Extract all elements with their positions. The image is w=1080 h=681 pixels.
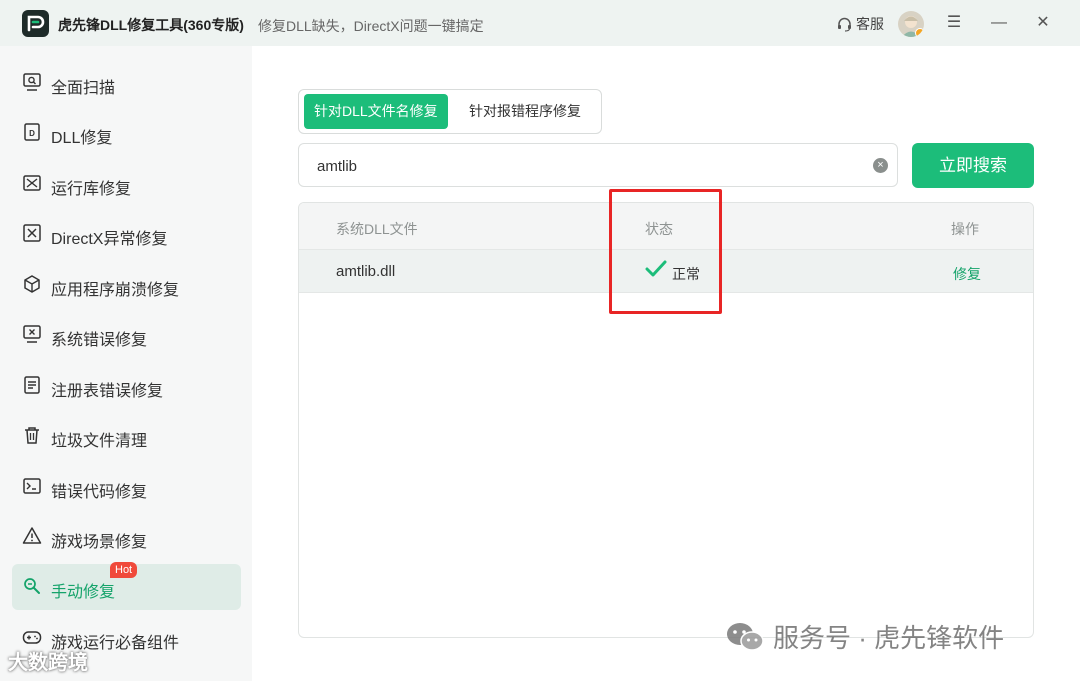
support-button[interactable]: 客服 <box>836 14 884 34</box>
avatar-badge-icon <box>915 28 924 37</box>
sidebar-item-manual-repair[interactable]: 手动修复 Hot <box>12 562 241 610</box>
sidebar-item-label: 应用程序崩溃修复 <box>51 282 180 299</box>
minimize-icon[interactable]: — <box>988 12 1010 34</box>
status-highlight-box <box>609 189 722 314</box>
sidebar-item-label: 游戏场景修复 <box>51 534 148 551</box>
app-title: 虎先锋DLL修复工具(360专版) <box>58 17 244 33</box>
sidebar-item-app-crash[interactable]: 应用程序崩溃修复 <box>12 262 241 308</box>
dll-icon: D <box>24 123 40 141</box>
sidebar-item-label: 系统错误修复 <box>51 332 148 349</box>
warning-icon <box>22 527 42 544</box>
wechat-icon <box>727 622 764 651</box>
sidebar-item-label: DLL修复 <box>51 130 113 147</box>
sidebar-item-runtime[interactable]: 运行库修复 <box>12 161 241 207</box>
menu-icon[interactable]: ☰ <box>943 12 965 34</box>
support-label: 客服 <box>856 16 884 32</box>
column-header-action: 操作 <box>951 221 979 237</box>
sidebar-item-label: 错误代码修复 <box>51 484 148 501</box>
headset-icon <box>838 17 851 32</box>
sidebar-item-error-code[interactable]: 错误代码修复 <box>12 464 241 510</box>
search-input[interactable] <box>317 154 857 178</box>
tab-dll-filename[interactable]: 针对DLL文件名修复 <box>304 94 448 129</box>
sidebar-item-label: 手动修复 <box>51 584 116 601</box>
repair-link[interactable]: 修复 <box>953 264 981 284</box>
gamepad-icon <box>22 631 42 644</box>
cube-icon <box>24 275 40 293</box>
scan-icon <box>23 73 41 91</box>
hot-badge: Hot <box>110 562 138 578</box>
directx-icon <box>23 224 41 242</box>
column-header-file: 系统DLL文件 <box>336 221 418 237</box>
sidebar-item-game-scene[interactable]: 游戏场景修复 <box>12 514 241 560</box>
svg-text:D: D <box>29 129 35 138</box>
sidebar-item-full-scan[interactable]: 全面扫描 <box>12 60 241 106</box>
corner-watermark: 大数跨境 <box>8 652 88 674</box>
title-bar: 虎先锋DLL修复工具(360专版) 修复DLL缺失，DirectX问题一键搞定 … <box>0 0 1080 46</box>
app-logo-icon <box>22 10 49 37</box>
terminal-icon <box>23 478 41 494</box>
service-watermark: 服务号 · 虎先锋软件 <box>725 618 1004 655</box>
registry-icon <box>24 376 40 394</box>
avatar[interactable] <box>898 11 924 37</box>
monitor-x-icon <box>23 325 41 343</box>
sidebar-item-system-error[interactable]: 系统错误修复 <box>12 312 241 358</box>
sidebar-item-dll[interactable]: D DLL修复 <box>12 110 241 156</box>
sidebar-item-label: 注册表错误修复 <box>51 383 164 400</box>
sidebar: 全面扫描 D DLL修复 运行库修复 DirectX异常修复 应用程序崩溃修复 … <box>0 46 252 681</box>
repair-mode-tabs: 针对DLL文件名修复 针对报错程序修复 <box>298 89 602 134</box>
sidebar-item-registry[interactable]: 注册表错误修复 <box>12 363 241 409</box>
sidebar-item-label: 全面扫描 <box>51 80 116 97</box>
sidebar-item-label: 垃圾文件清理 <box>51 433 148 450</box>
search-button[interactable]: 立即搜索 <box>912 143 1034 188</box>
search-box: × <box>298 143 898 187</box>
wrench-icon <box>24 578 40 594</box>
row-file-name: amtlib.dll <box>336 263 396 280</box>
trash-icon <box>25 427 39 444</box>
sidebar-item-label: 运行库修复 <box>51 181 132 198</box>
sidebar-item-junk-clean[interactable]: 垃圾文件清理 <box>12 413 241 459</box>
tab-error-program[interactable]: 针对报错程序修复 <box>459 94 591 129</box>
sidebar-item-directx[interactable]: DirectX异常修复 <box>12 211 241 257</box>
app-subtitle: 修复DLL缺失，DirectX问题一键搞定 <box>258 18 484 34</box>
sidebar-item-label: DirectX异常修复 <box>51 231 168 248</box>
close-icon[interactable]: ✕ <box>1032 12 1054 34</box>
clear-icon[interactable]: × <box>873 158 888 173</box>
runtime-icon <box>23 175 41 191</box>
service-watermark-text: 服务号 · 虎先锋软件 <box>773 623 1005 653</box>
